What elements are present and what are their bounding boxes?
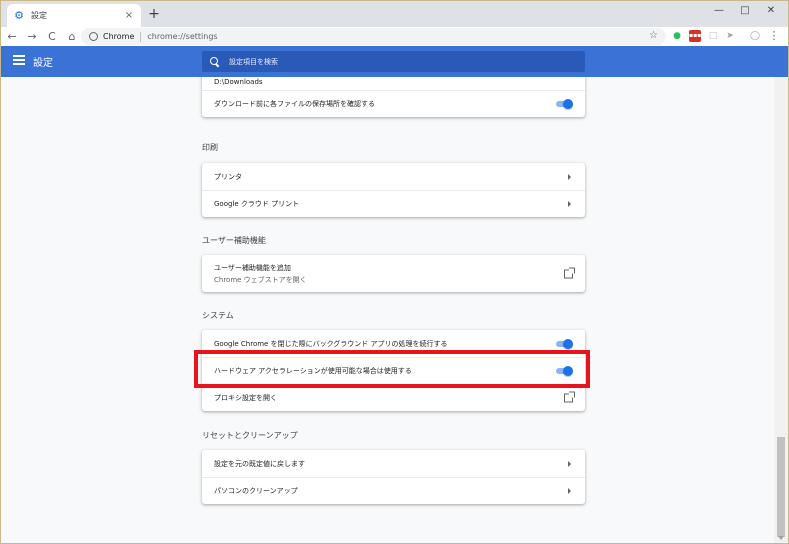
open-webstore-label: Chrome ウェブストアを開く [214,275,307,284]
ask-download-location-toggle[interactable] [555,99,573,109]
gear-icon: ⚙ [14,8,24,22]
maximize-button[interactable]: □ [735,4,755,18]
download-location-value: D:\Downloads [214,77,263,86]
chevron-right-icon [568,488,571,494]
scrollbar-thumb[interactable] [777,437,785,537]
highlight-box [194,350,590,388]
close-tab-icon[interactable]: × [123,10,135,21]
ask-download-location-row[interactable]: ダウンロード前に各ファイルの保存場所を確認する [202,90,585,117]
reset-section-title: リセットとクリーンアップ [202,431,298,440]
search-input[interactable] [229,57,529,66]
omnibox-separator [140,31,142,42]
tab-title: 設定 [31,11,47,20]
page-title: 設定 [33,58,53,69]
chrome-menu-icon[interactable]: ⋮ [768,30,780,42]
downloads-card: D:\Downloads 変更 ダウンロード前に各ファイルの保存場所を確認する [202,77,585,117]
settings-header: 設定 [1,46,788,77]
chevron-right-icon [568,201,571,207]
download-location-row: D:\Downloads 変更 [202,77,585,90]
computer-cleanup-row[interactable]: パソコンのクリーンアップ [202,477,585,504]
restore-defaults-row[interactable]: 設定を元の既定値に戻します [202,450,585,477]
printers-row[interactable]: プリンタ [202,163,585,190]
proxy-settings-row[interactable]: プロキシ設定を開く [202,384,585,411]
reload-button[interactable]: C [43,28,61,46]
system-section-title: システム [202,311,234,320]
reset-card: 設定を元の既定値に戻します パソコンのクリーンアップ [202,450,585,504]
external-link-icon [564,391,575,403]
cursor-extension-icon[interactable]: ➤ [724,30,736,42]
gray-extension-icon[interactable]: □ [707,30,719,42]
accessibility-section-title: ユーザー補助機能 [202,236,266,245]
browser-toolbar: ← → C ⌂ Chrome chrome://settings ☆ [1,27,788,46]
tab-strip: ⚙ 設定 × + — □ ✕ [1,1,788,27]
ask-download-location-label: ダウンロード前に各ファイルの保存場所を確認する [214,100,375,108]
back-button[interactable]: ← [3,28,21,46]
address-bar[interactable]: Chrome chrome://settings ☆ [81,28,666,45]
background-apps-toggle[interactable] [555,338,573,349]
bookmark-star-icon[interactable]: ☆ [649,30,658,41]
cloud-print-row[interactable]: Google クラウド プリント [202,190,585,217]
close-window-button[interactable]: ✕ [761,4,781,18]
tab-settings[interactable]: ⚙ 設定 × [7,4,141,27]
chrome-site-icon [89,32,98,41]
search-icon [210,57,219,66]
hamburger-menu-icon[interactable] [13,55,25,65]
scroll-down-arrow-icon[interactable] [778,536,784,540]
background-apps-label: Google Chrome を閉じた際にバックグラウンド アプリの処理を続行する [214,339,448,348]
proxy-settings-label: プロキシ設定を開く [214,394,277,402]
home-button[interactable]: ⌂ [63,28,81,46]
minimize-button[interactable]: — [709,4,729,18]
scrollbar[interactable] [774,77,788,543]
site-chip: Chrome [103,32,135,41]
restore-defaults-label: 設定を元の既定値に戻します [214,459,305,468]
external-link-icon [564,267,575,278]
print-card: プリンタ Google クラウド プリント [202,163,585,217]
printers-label: プリンタ [214,172,242,181]
computer-cleanup-label: パソコンのクリーンアップ [214,487,298,495]
add-accessibility-label: ユーザー補助機能を追加 [214,263,291,272]
print-section-title: 印刷 [202,143,218,152]
add-accessibility-row[interactable]: ユーザー補助機能を追加 Chrome ウェブストアを開く [202,255,585,292]
settings-content: D:\Downloads 変更 ダウンロード前に各ファイルの保存場所を確認する … [1,77,774,543]
forward-button[interactable]: → [23,28,41,46]
evernote-extension-icon[interactable]: ● [671,30,683,42]
browser-window: ⚙ 設定 × + — □ ✕ ← → C ⌂ Chrome chrome://s… [0,0,789,544]
settings-search[interactable] [202,51,585,72]
chevron-right-icon [568,173,571,180]
red-extension-icon[interactable]: ▪▪▪ [689,30,701,42]
accessibility-card: ユーザー補助機能を追加 Chrome ウェブストアを開く [202,255,585,292]
new-tab-button[interactable]: + [147,7,161,21]
cloud-print-label: Google クラウド プリント [214,200,300,208]
chevron-right-icon [568,460,571,467]
avatar-icon[interactable]: ◯ [749,30,761,42]
url-text: chrome://settings [147,32,218,41]
